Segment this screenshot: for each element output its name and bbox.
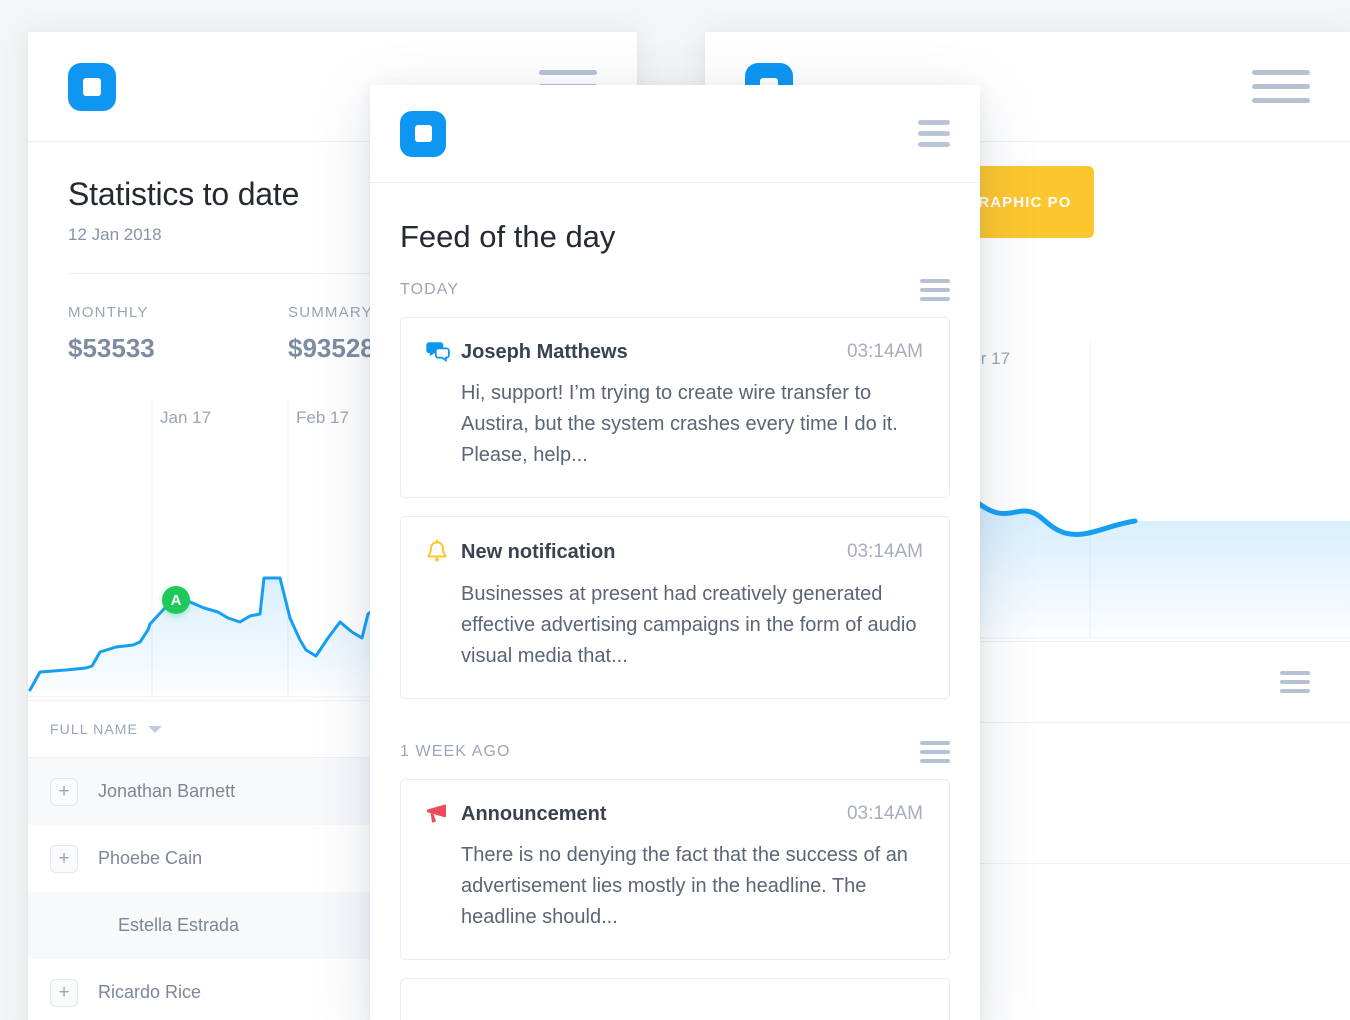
feed-group-header-week: 1 WEEK AGO [370,717,980,763]
feed-card-header: Announcement 03:14AM [425,802,923,826]
feed-card-body: Hi, support! I’m trying to create wire t… [461,382,898,466]
feed-card-time: 03:14AM [846,803,923,824]
megaphone-icon [425,802,455,826]
feed-cards-week: Announcement 03:14AM There is no denying… [370,763,980,1020]
expand-row-button[interactable]: + [50,978,78,1007]
kpi-value: $53533 [68,333,155,363]
feed-card[interactable]: New notification 03:14AM Businesses at p… [400,516,950,699]
hamburger-menu-icon[interactable] [920,741,950,763]
feed-group-label: 1 WEEK AGO [400,743,511,760]
feed-card-body: Businesses at present had creatively gen… [461,583,917,667]
feed-card-time: 03:14AM [846,341,923,362]
feed-cards-today: Joseph Matthews 03:14AM Hi, support! I’m… [370,301,980,699]
screen: Statistics to date 12 Jan 2018 MONTHLY $… [0,0,1350,1020]
feed-card-title: Joseph Matthews [461,340,628,363]
app-logo-square[interactable] [68,62,116,111]
chart-marker-a[interactable]: A [162,586,190,614]
hamburger-menu-icon[interactable] [1252,70,1310,103]
hamburger-menu-icon[interactable] [918,120,950,147]
x-tick-label: Jan 17 [160,408,212,427]
cell-full-name: Ricardo Rice [98,982,202,1002]
feed-card-body: There is no denying the fact that the su… [461,844,908,928]
feed-group-label: TODAY [400,281,460,298]
chart-marker-label: A [170,591,182,609]
expand-row-button[interactable]: + [50,777,78,806]
cell-full-name: Jonathan Barnett [98,781,236,801]
hamburger-menu-icon[interactable] [1280,671,1310,693]
column-header-label: FULL NAME [50,721,138,737]
feed-modal: Feed of the day TODAY Joseph Matthews 03… [370,85,980,1020]
x-tick-label: Feb 17 [296,408,349,427]
expand-row-button[interactable]: + [50,844,78,873]
column-header-full-name[interactable]: FULL NAME [50,721,162,737]
feed-card[interactable]: Joseph Matthews 03:14AM Hi, support! I’m… [400,317,950,498]
kpi-monthly: MONTHLY $53533 [68,304,288,364]
app-logo-square[interactable] [400,110,446,157]
feed-card[interactable]: Announcement 03:14AM There is no denying… [400,779,950,960]
modal-header [370,85,980,183]
bell-icon [425,539,455,565]
feed-card-time: 03:14AM [846,541,923,562]
cell-full-name: Estella Estrada [118,915,240,935]
caret-down-icon[interactable] [147,725,162,733]
modal-title: Feed of the day [400,219,616,254]
feed-card[interactable] [400,978,950,1020]
feed-group-header-today: TODAY [370,255,980,301]
kpi-label: MONTHLY [68,304,149,321]
feed-card-header: New notification 03:14AM [425,539,923,565]
feed-card-title: Announcement [461,802,607,825]
chat-bubbles-icon [425,340,455,364]
feed-card-title: New notification [461,540,616,563]
feed-card-header: Joseph Matthews 03:14AM [425,340,923,364]
cell-full-name: Phoebe Cain [98,848,203,868]
hamburger-menu-icon[interactable] [920,279,950,301]
